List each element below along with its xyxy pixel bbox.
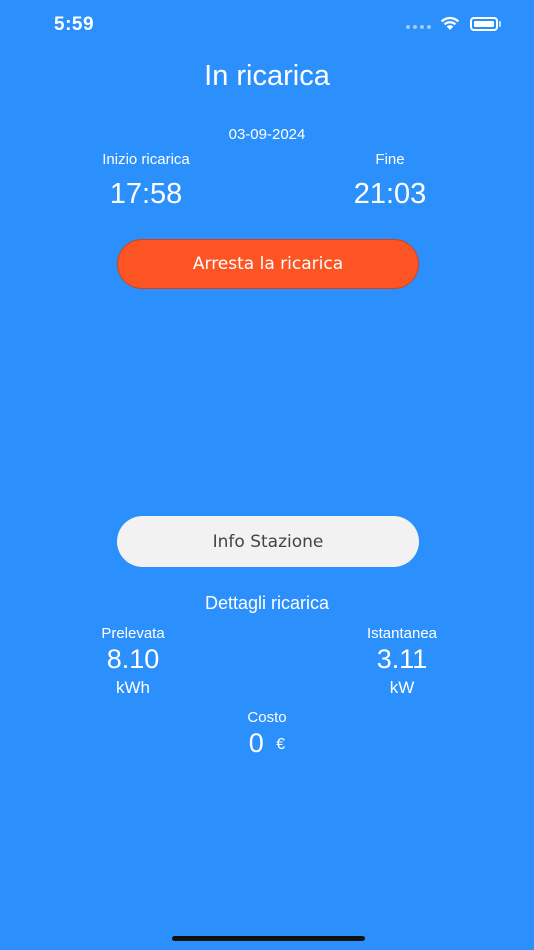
station-info-button[interactable]: Info Stazione — [117, 516, 419, 567]
battery-cap — [499, 21, 501, 27]
cost-unit: € — [276, 736, 286, 753]
start-label: Inizio ricarica — [102, 151, 190, 168]
cellular-signal-icon — [406, 25, 431, 29]
session-date: 03-09-2024 — [228, 126, 306, 143]
stop-charging-button[interactable]: Arresta la ricarica — [117, 239, 419, 289]
cost-value: 0 — [248, 728, 264, 758]
instant-label: Istantanea — [366, 625, 438, 642]
withdrawn-value: 8.10 — [106, 644, 160, 674]
end-label: Fine — [375, 151, 405, 168]
wifi-icon — [439, 15, 461, 36]
battery-icon — [470, 17, 498, 31]
instant-value: 3.11 — [376, 644, 428, 674]
details-title: Dettagli ricarica — [204, 593, 330, 613]
cost-row: 0 € — [197, 728, 337, 759]
page-title: In ricarica — [204, 60, 330, 92]
instant-unit: kW — [389, 678, 415, 697]
withdrawn-unit: kWh — [116, 678, 150, 697]
start-time: 17:58 — [109, 178, 183, 210]
status-time: 5:59 — [54, 14, 95, 35]
withdrawn-label: Prelevata — [101, 625, 165, 642]
home-indicator — [172, 936, 365, 941]
end-time: 21:03 — [353, 178, 427, 210]
cost-label: Costo — [247, 709, 287, 726]
